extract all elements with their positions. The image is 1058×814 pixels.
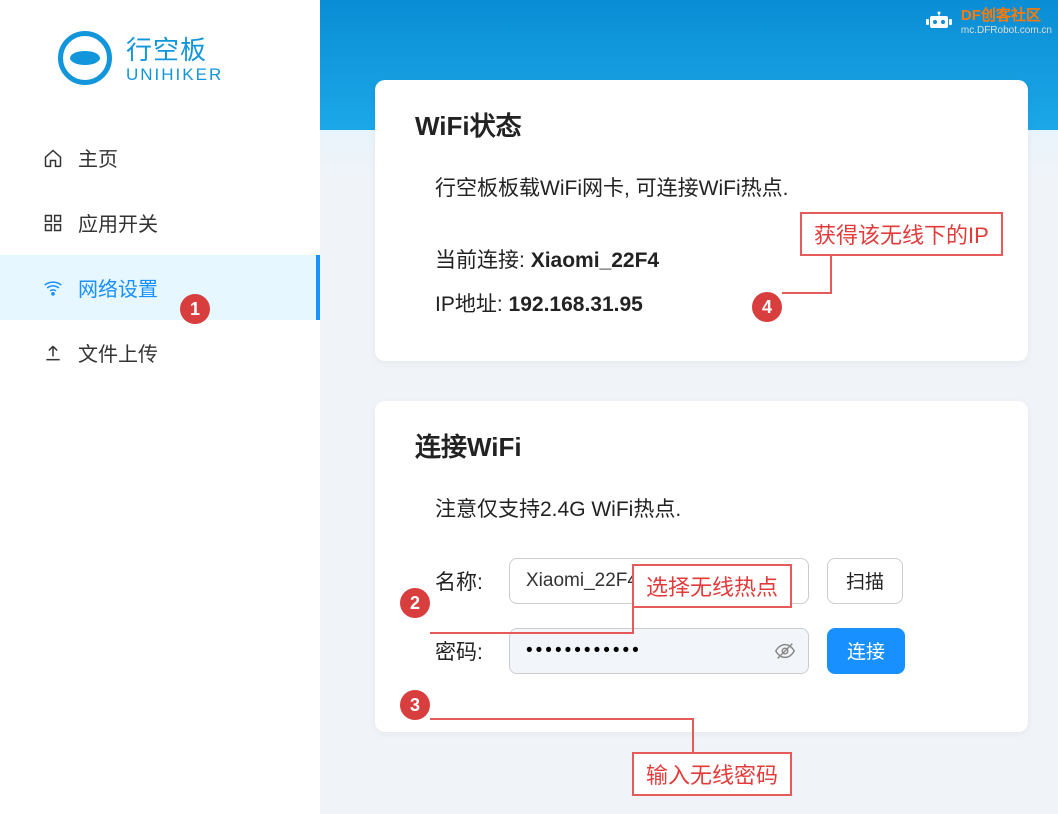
scan-button[interactable]: 扫描 [827, 558, 903, 604]
eye-off-icon[interactable] [774, 640, 796, 662]
ip-address: IP地址: 192.168.31.95 [415, 283, 988, 327]
watermark-url: mc.DFRobot.com.cn [961, 25, 1052, 36]
current-ssid: Xiaomi_22F4 [531, 249, 659, 272]
annotation-line [692, 718, 694, 754]
wifi-status-desc: 行空板板载WiFi网卡, 可连接WiFi热点. [415, 169, 988, 209]
connect-wifi-title: 连接WiFi [415, 427, 988, 464]
grid-icon [42, 212, 64, 234]
brand-name-en: UNIHIKER [126, 65, 223, 85]
annotation-line [782, 292, 832, 294]
wifi-icon [42, 277, 64, 299]
watermark-title: DF创客社区 [961, 4, 1052, 25]
sidebar-item-network[interactable]: 网络设置 [0, 255, 320, 320]
nav-list: 主页 应用开关 网络设置 文件上传 [0, 125, 320, 385]
wifi-status-title: WiFi状态 [415, 106, 988, 143]
sidebar-item-label: 主页 [78, 143, 118, 172]
password-label: 密码: [435, 636, 491, 666]
logo-icon [58, 31, 112, 85]
annotation-marker-1: 1 [180, 294, 210, 324]
upload-icon [42, 342, 64, 364]
connect-button[interactable]: 连接 [827, 628, 905, 674]
sidebar: 行空板 UNIHIKER 主页 应用开关 网络设置 [0, 0, 320, 814]
brand-logo: 行空板 UNIHIKER [0, 10, 320, 115]
annotation-tip-pwd: 输入无线密码 [632, 752, 792, 796]
connect-wifi-note: 注意仅支持2.4G WiFi热点. [415, 490, 988, 530]
annotation-marker-2: 2 [400, 588, 430, 618]
annotation-tip-ssid: 选择无线热点 [632, 564, 792, 608]
annotation-marker-3: 3 [400, 690, 430, 720]
home-icon [42, 147, 64, 169]
brand-name-cn: 行空板 [126, 30, 223, 67]
sidebar-item-upload[interactable]: 文件上传 [0, 320, 320, 385]
password-row: 密码: 连接 [415, 628, 988, 674]
password-input-wrapper [509, 628, 809, 674]
sidebar-item-label: 文件上传 [78, 338, 158, 367]
ip-value: 192.168.31.95 [509, 293, 643, 316]
password-input[interactable] [526, 640, 774, 662]
watermark: DF创客社区 mc.DFRobot.com.cn [925, 4, 1052, 36]
annotation-line [430, 632, 634, 634]
main-content: DF创客社区 mc.DFRobot.com.cn WiFi状态 行空板板载WiF… [320, 0, 1058, 814]
annotation-marker-4: 4 [752, 292, 782, 322]
sidebar-item-home[interactable]: 主页 [0, 125, 320, 190]
sidebar-item-apps[interactable]: 应用开关 [0, 190, 320, 255]
robot-icon [925, 10, 953, 30]
sidebar-item-label: 网络设置 [78, 273, 158, 302]
annotation-tip-ip: 获得该无线下的IP [800, 212, 1003, 256]
annotation-line [430, 718, 694, 720]
ssid-selected: Xiaomi_22F4 [526, 570, 638, 592]
sidebar-item-label: 应用开关 [78, 208, 158, 237]
ssid-label: 名称: [435, 566, 491, 596]
